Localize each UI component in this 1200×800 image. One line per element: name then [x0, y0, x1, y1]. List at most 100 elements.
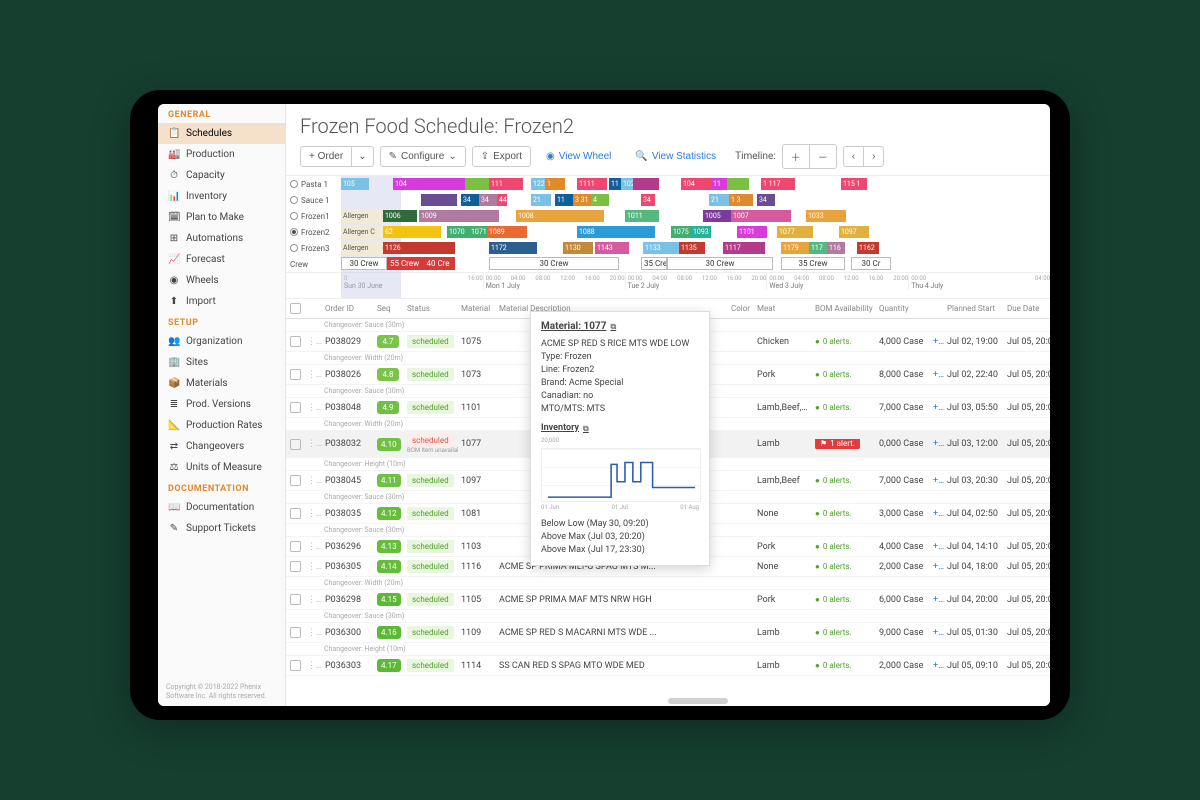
qty-adjust[interactable]: +/- [930, 476, 944, 486]
gantt-bar[interactable]: 1089 [487, 226, 527, 238]
column-header[interactable] [286, 303, 304, 314]
gantt-bar[interactable]: 1179 [781, 242, 809, 254]
gantt-bar[interactable]: 34 [479, 194, 497, 206]
column-header[interactable]: Meat [754, 304, 812, 313]
qty-adjust[interactable]: +/- [930, 439, 944, 449]
row-radio[interactable] [290, 196, 298, 204]
row-radio[interactable] [290, 212, 298, 220]
row-checkbox[interactable] [290, 627, 301, 638]
crew-bar[interactable]: 35 Cre [641, 257, 667, 270]
order-caret[interactable]: ⌄ [352, 146, 373, 167]
gantt-bar[interactable]: 34 [461, 194, 479, 206]
drag-handle-icon[interactable]: ⋮⋮ [304, 509, 322, 519]
row-checkbox[interactable] [290, 439, 301, 450]
crew-bar[interactable]: 40 Cre [421, 257, 455, 270]
sidebar-item-changeovers[interactable]: ⇄Changeovers [158, 436, 285, 457]
gantt-bar[interactable]: 1111 [577, 178, 607, 190]
row-checkbox[interactable] [290, 336, 301, 347]
zoom-out-button[interactable]: － [810, 144, 837, 169]
sidebar-item-prod-versions[interactable]: ≣Prod. Versions [158, 394, 285, 415]
qty-adjust[interactable]: +/- [930, 337, 944, 347]
column-header[interactable]: Planned Start [944, 304, 1004, 313]
sidebar-item-schedules[interactable]: 📋Schedules [158, 123, 285, 144]
column-header[interactable]: Status [404, 304, 458, 313]
gantt-bar[interactable] [633, 178, 659, 190]
qty-adjust[interactable]: +/- [930, 595, 944, 605]
bom-alert[interactable]: 1 alert. [815, 439, 860, 449]
column-header[interactable]: Material [458, 304, 496, 313]
gantt-bar[interactable]: 11 [555, 194, 573, 206]
gantt-bar[interactable]: 1162 [857, 242, 879, 254]
crew-bar[interactable]: 30 Crew [667, 257, 773, 270]
row-checkbox[interactable] [290, 660, 301, 671]
column-header[interactable]: BOM Availability [812, 304, 876, 313]
qty-adjust[interactable]: +/- [930, 403, 944, 413]
gantt-row-label[interactable]: Frozen1 [286, 212, 341, 221]
gantt-row-label[interactable]: Frozen3 [286, 244, 341, 253]
gantt-bar[interactable]: 116 [827, 242, 845, 254]
drag-handle-icon[interactable]: ⋮⋮ [304, 370, 322, 380]
gantt-bar[interactable] [727, 178, 749, 190]
gantt-row-label[interactable]: Pasta 1 [286, 180, 341, 189]
drag-handle-icon[interactable]: ⋮⋮ [304, 562, 322, 572]
qty-adjust[interactable]: +/- [930, 628, 944, 638]
timeline-prev-button[interactable]: ‹ [843, 146, 864, 167]
row-checkbox[interactable] [290, 561, 301, 572]
gantt-bar[interactable]: 1075 [671, 226, 691, 238]
gantt-bar[interactable]: 1133 [643, 242, 661, 254]
gantt-row[interactable]: Frozen1Allergen1006100910081011100510071… [286, 208, 1050, 224]
gantt-row[interactable]: Pasta 11051041111221111111102104111 1171… [286, 176, 1050, 192]
gantt-bar[interactable]: 44 [497, 194, 507, 206]
view-wheel-button[interactable]: ◉ View Wheel [537, 146, 620, 167]
configure-button[interactable]: ✎ Configure ⌄ [380, 146, 466, 167]
table-row[interactable]: ⋮⋮ P036300 4.16 scheduled 1109 ACME SP R… [286, 623, 1050, 643]
row-checkbox[interactable] [290, 402, 301, 413]
gantt-bar[interactable]: 105 [341, 178, 369, 190]
gantt-bar[interactable]: 111 [489, 178, 523, 190]
row-checkbox[interactable] [290, 594, 301, 605]
gantt-bar[interactable]: 34 [641, 194, 655, 206]
sidebar-item-import[interactable]: ⬆Import [158, 291, 285, 312]
sidebar-item-materials[interactable]: 📦Materials [158, 373, 285, 394]
drag-handle-icon[interactable]: ⋮⋮ [304, 439, 322, 449]
gantt-bar[interactable]: 1070 [447, 226, 469, 238]
timeline-next-button[interactable]: › [864, 146, 884, 167]
gantt-bar[interactable]: 21 [709, 194, 729, 206]
export-button[interactable]: ⇪ Export [472, 146, 531, 167]
gantt-bar[interactable]: 11 [711, 178, 727, 190]
sidebar-item-production-rates[interactable]: 📐Production Rates [158, 415, 285, 436]
row-checkbox[interactable] [290, 369, 301, 380]
gantt-bar[interactable]: 117 [809, 242, 827, 254]
gantt-bar[interactable]: 1007 [731, 210, 791, 222]
gantt-bar[interactable]: 1009 [419, 210, 499, 222]
gantt-bar[interactable]: 1 117 [761, 178, 795, 190]
sidebar-item-documentation[interactable]: 📖Documentation [158, 497, 285, 518]
gantt-bar[interactable]: 102 [621, 178, 633, 190]
qty-adjust[interactable]: +/- [930, 661, 944, 671]
select-all-checkbox[interactable] [290, 303, 301, 314]
gantt-bar[interactable]: 21 [531, 194, 551, 206]
drag-handle-icon[interactable]: ⋮⋮ [304, 661, 322, 671]
column-header[interactable]: Color [728, 304, 754, 313]
crew-bar[interactable]: 55 Crew [387, 257, 421, 270]
sidebar-item-inventory[interactable]: 📊Inventory [158, 186, 285, 207]
gantt-bar[interactable]: 1006 [383, 210, 417, 222]
gantt-bar[interactable]: 1093 [691, 226, 711, 238]
table-row[interactable]: ⋮⋮ P036303 4.17 scheduled 1114 SS CAN RE… [286, 656, 1050, 676]
qty-adjust[interactable]: +/- [930, 562, 944, 572]
row-checkbox[interactable] [290, 541, 301, 552]
qty-adjust[interactable]: +/- [930, 509, 944, 519]
sidebar-item-forecast[interactable]: 📈Forecast [158, 249, 285, 270]
row-radio[interactable] [290, 228, 298, 236]
sidebar-item-automations[interactable]: ⊞Automations [158, 228, 285, 249]
drag-handle-icon[interactable]: ⋮⋮ [304, 403, 322, 413]
gantt-bar[interactable]: 1101 [737, 226, 767, 238]
sidebar-item-organization[interactable]: 👥Organization [158, 331, 285, 352]
gantt-bar[interactable]: 1172 [489, 242, 537, 254]
qty-adjust[interactable]: +/- [930, 370, 944, 380]
table-row[interactable]: ⋮⋮ P036298 4.15 scheduled 1105 ACME SP P… [286, 590, 1050, 610]
column-header[interactable]: Due Date [1004, 304, 1050, 313]
drag-handle-icon[interactable]: ⋮⋮ [304, 595, 322, 605]
gantt-bar[interactable]: 1143 [595, 242, 629, 254]
gantt-bar[interactable]: 1011 [625, 210, 659, 222]
